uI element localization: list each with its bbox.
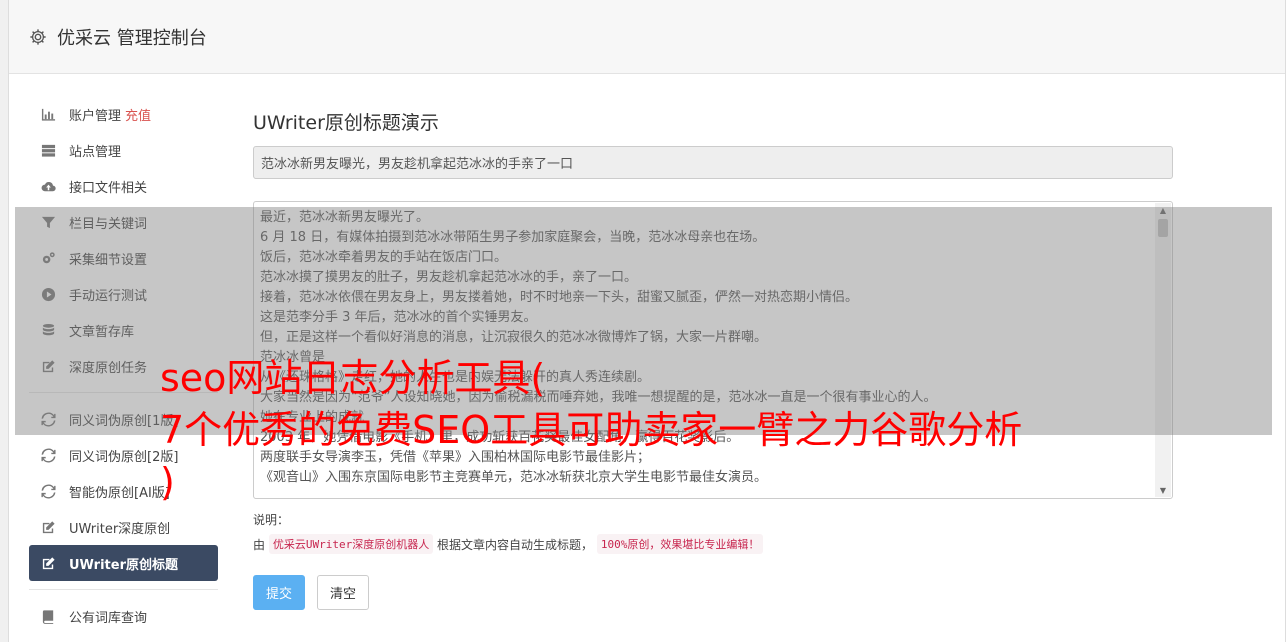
content-line: 《观音山》入围东京国际电影节主竞赛单元，范冰冰斩获北京大学生电影节最佳女演员。 [260,470,768,485]
sidebar-item-label: UWriter深度原创 [69,521,171,537]
sidebar-item-label: 同义词伪原创[1版] [69,413,179,429]
sidebar-item-uwriter-title[interactable]: UWriter原创标题 [29,545,218,581]
sidebar-item-synonym-v1[interactable]: 同义词伪原创[1版] [29,401,218,437]
content-line: 大家当然是因为“范爷”人设知晓她，因为偷税漏税而唾弃她，我唯一想提醒的是，范冰冰… [260,390,937,405]
note-code-robot: 优采云UWriter深度原创机器人 [268,534,434,554]
gear-icon [29,28,47,46]
note-prefix: 由 [253,537,266,552]
note-code-original: 100%原创，效果堪比专业编辑！ [596,534,764,554]
recharge-link[interactable]: 充值 [125,105,151,124]
cloud-upload-icon [39,178,57,194]
sidebar-item-account[interactable]: 账户管理 充值 [29,96,218,132]
sidebar-item-interface-files[interactable]: 接口文件相关 [29,168,218,204]
refresh-icon [39,411,57,427]
note-text: 由 优采云UWriter深度原创机器人 根据文章内容自动生成标题， 100%原创… [253,533,1173,555]
note-middle: 根据文章内容自动生成标题， [437,537,594,552]
sidebar-item-label: 深度原创任务 [69,360,148,376]
sidebar-item-smart-ai[interactable]: 智能伪原创[AI版] [29,473,218,509]
sidebar-item-manual-run[interactable]: 手动运行测试 [29,276,218,312]
content-line: 范冰冰摸了摸男友的肚子，男友趁机拿起范冰冰的手，亲了一口。 [260,270,638,285]
scroll-thumb[interactable] [1158,219,1168,237]
content-line: 从《还珠格格》走红，她的人生也是内娱无法躲开的真人秀连续剧。 [260,370,651,385]
content-line: 但，正是这样一个看似好消息的消息，让沉寂很久的范冰冰微博炸了锅，大家一片群嘲。 [260,330,768,345]
book-icon [39,608,57,624]
content-line: 两度联手女导演李玉，凭借《苹果》入围柏林国际电影节最佳影片； [260,450,651,465]
sidebar-item-label: 智能伪原创[AI版] [69,485,170,501]
edit-icon [39,358,57,374]
play-circle-icon [39,286,57,302]
sidebar-item-label: 接口文件相关 [69,180,148,196]
filter-icon [39,214,57,230]
sidebar-item-label: 账户管理 [69,108,122,124]
page-title: UWriter原创标题演示 [253,112,439,134]
cogs-icon [39,250,57,266]
main-content: UWriter原创标题演示 范冰冰新男友曝光，男友趁机拿起范冰冰的手亲了一口 最… [253,96,1173,610]
sidebar-item-label: 公有词库查询 [69,610,148,626]
sidebar: 账户管理 充值 站点管理 接口文件相关 栏目与关键词 采集细节设置 手动运行测试… [29,96,218,634]
app-title: 优采云 管理控制台 [57,27,207,49]
note-label: 说明： [253,513,290,527]
content-line: 范冰冰曾是 [260,350,326,365]
scroll-up-icon[interactable]: ▲ [1155,203,1171,217]
sidebar-item-sites[interactable]: 站点管理 [29,132,218,168]
sidebar-item-deep-original-task[interactable]: 深度原创任务 [29,348,218,384]
content-line: 2003 年，她凭借电影《手机》里，成功斩获百花奖最佳女配角，赢得百花奖影后。 [260,430,740,445]
action-buttons: 提交 清空 [253,575,1173,610]
content-line: 接着，范冰冰依偎在男友身上，男友搂着她，时不时地亲一下头，甜蜜又腻歪，俨然一对热… [260,290,859,305]
sidebar-item-label: 栏目与关键词 [69,216,148,232]
sidebar-item-label: 手动运行测试 [69,288,148,304]
server-icon [39,142,57,158]
sidebar-item-label: 采集细节设置 [69,252,148,268]
top-header: 优采云 管理控制台 [9,0,1285,74]
refresh-icon [39,447,57,463]
sidebar-item-synonym-v2[interactable]: 同义词伪原创[2版] [29,437,218,473]
sidebar-item-label: 同义词伪原创[2版] [69,449,179,465]
sidebar-item-collect-settings[interactable]: 采集细节设置 [29,240,218,276]
sidebar-item-label: UWriter原创标题 [69,557,178,573]
edit-icon [39,519,57,535]
article-content-textarea[interactable]: 最近，范冰冰新男友曝光了。 6 月 18 日，有媒体拍摄到范冰冰带陌生男子参加家庭… [253,201,1173,499]
article-content-lines: 最近，范冰冰新男友曝光了。 6 月 18 日，有媒体拍摄到范冰冰带陌生男子参加家庭… [254,202,1172,494]
bar-chart-icon [39,106,57,122]
main-panel: 优采云 管理控制台 账户管理 充值 站点管理 接口文件相关 栏目与关键词 采集细… [8,0,1286,642]
title-output-field[interactable]: 范冰冰新男友曝光，男友趁机拿起范冰冰的手亲了一口 [253,146,1173,179]
content-line: 最近，范冰冰新男友曝光了。 [260,210,430,225]
content-line: 她在专业上的成就 [260,410,365,425]
sidebar-divider [29,392,218,393]
submit-button[interactable]: 提交 [253,575,306,610]
scroll-down-icon[interactable]: ▼ [1155,483,1171,497]
sidebar-item-columns-keywords[interactable]: 栏目与关键词 [29,204,218,240]
sidebar-item-label: 站点管理 [69,144,122,160]
sidebar-divider [29,589,218,590]
content-line: 饭后，范冰冰牵着男友的手站在饭店门口。 [260,250,508,265]
content-line: 这是范李分手 3 年后，范冰冰的首个实锤男友。 [260,310,537,325]
clear-button[interactable]: 清空 [317,575,370,610]
database-icon [39,322,57,338]
content-scrollbar[interactable]: ▲ ▼ [1155,203,1171,497]
content-line: 6 月 18 日，有媒体拍摄到范冰冰带陌生男子参加家庭聚会，当晚，范冰冰母亲也在… [260,230,766,245]
edit-icon [39,555,57,571]
sidebar-item-label: 文章暂存库 [69,324,135,340]
sidebar-item-article-storage[interactable]: 文章暂存库 [29,312,218,348]
sidebar-item-public-lexicon[interactable]: 公有词库查询 [29,598,218,634]
refresh-icon [39,483,57,499]
sidebar-item-uwriter-deep[interactable]: UWriter深度原创 [29,509,218,545]
